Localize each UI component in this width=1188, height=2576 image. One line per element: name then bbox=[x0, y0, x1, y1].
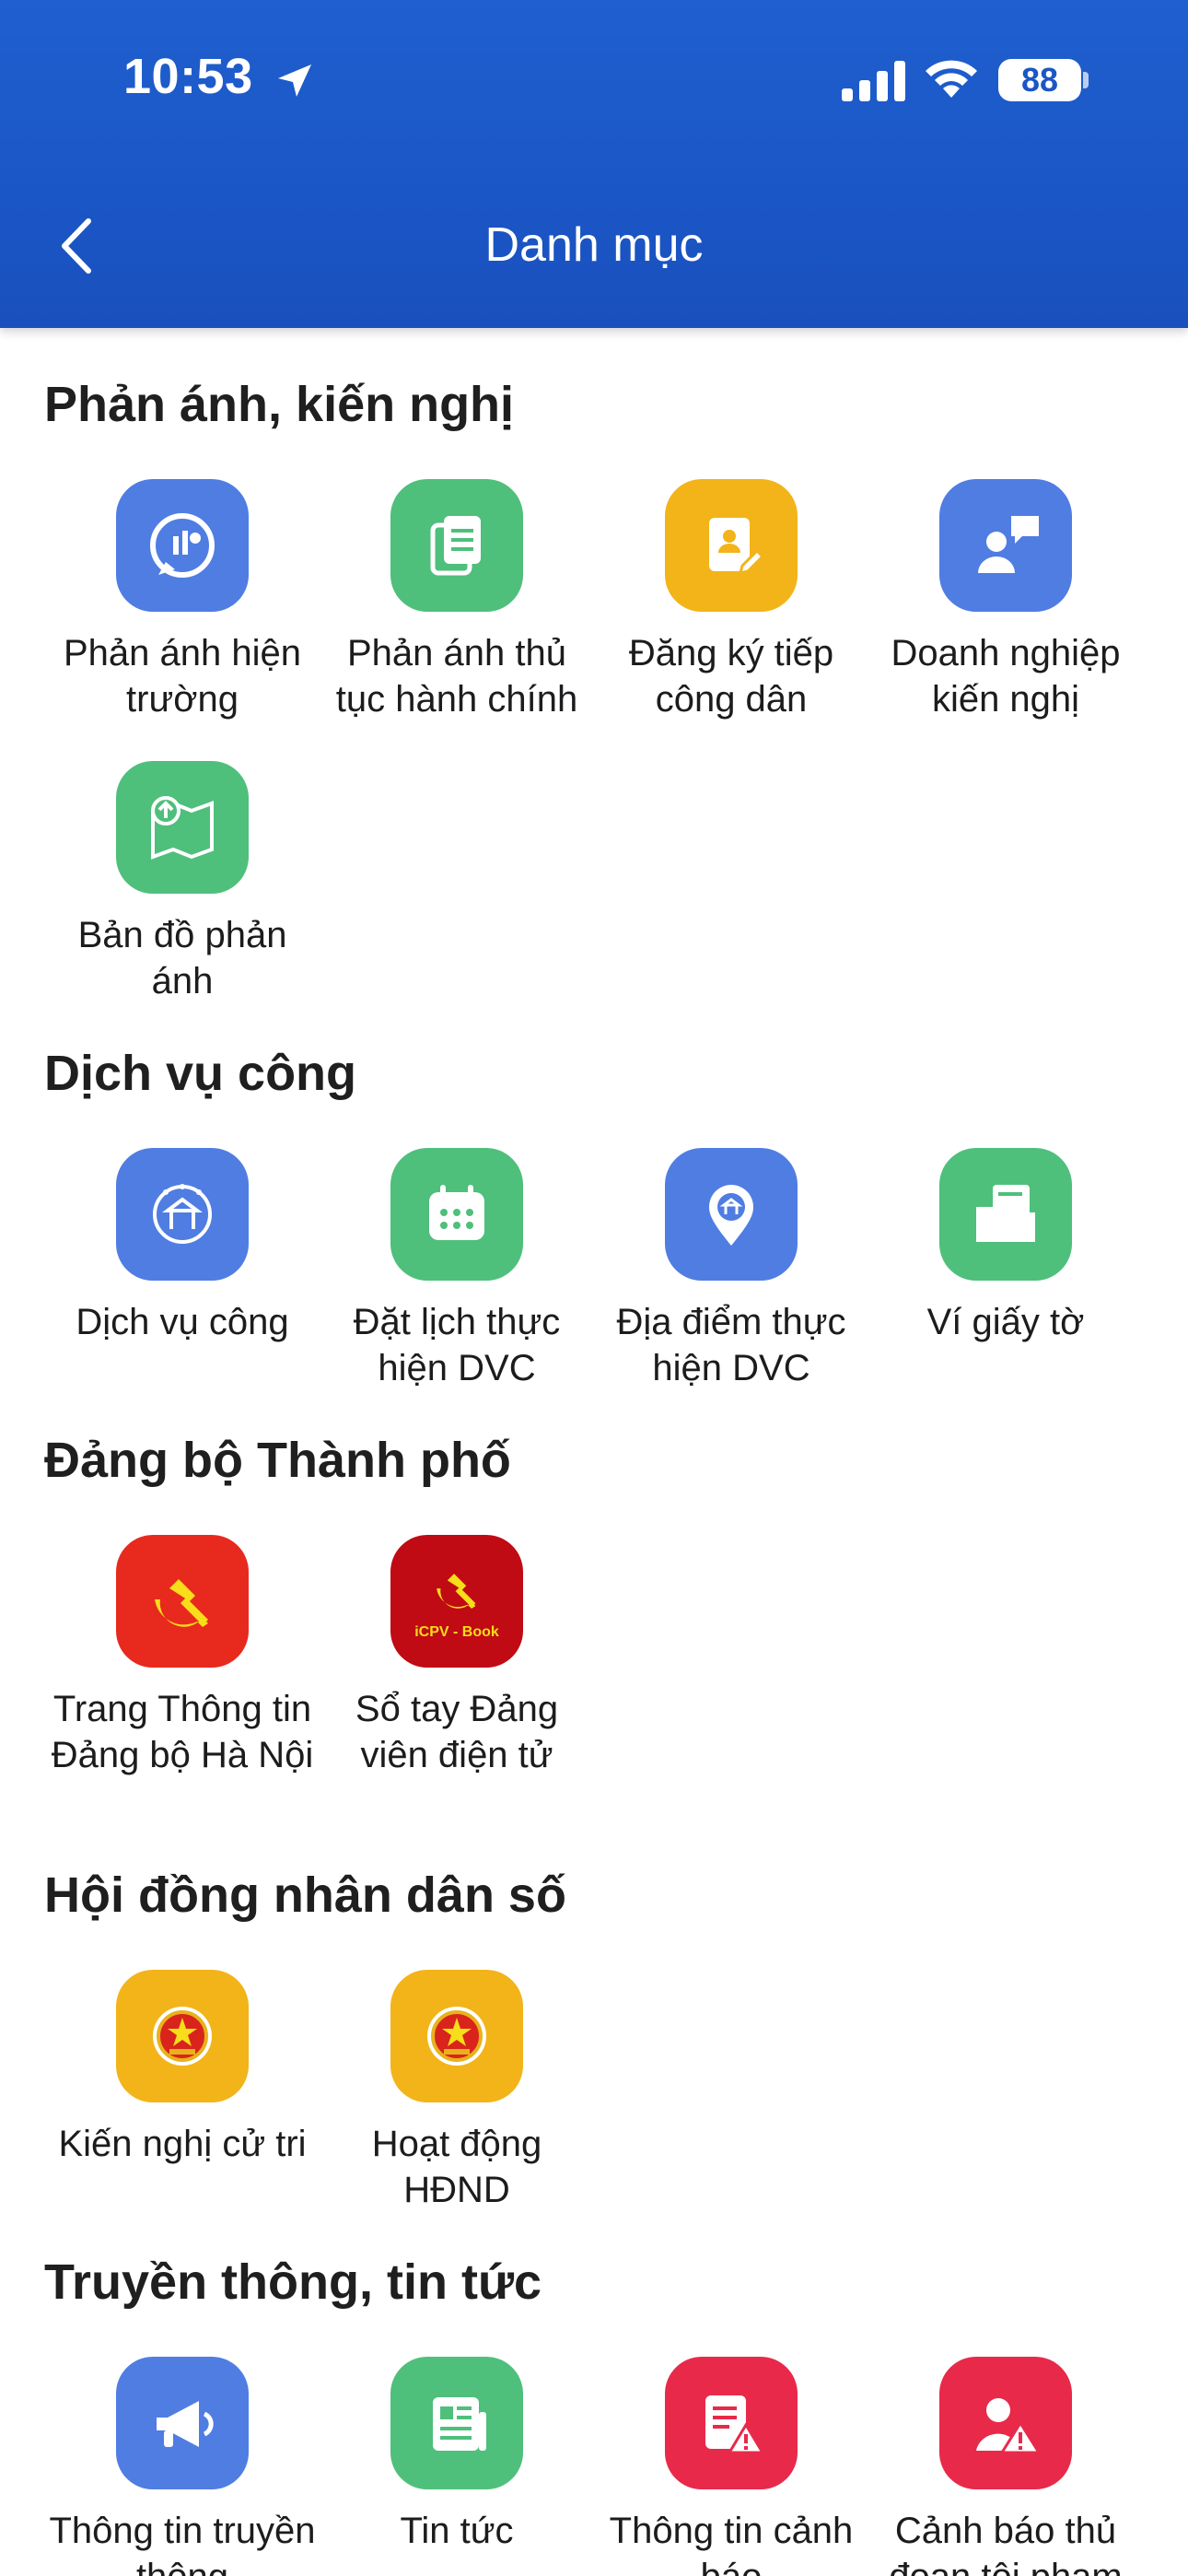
national-emblem-icon bbox=[116, 1970, 249, 2102]
item-label: Phản ánh thủ tục hành chính bbox=[335, 633, 578, 720]
item-media-info[interactable]: Thông tin truyền thông bbox=[44, 2357, 320, 2576]
item-label: Kiến nghị cử tri bbox=[58, 2124, 307, 2164]
item-label: Bản đồ phản ánh bbox=[77, 915, 287, 1001]
item-label: Tin tức bbox=[400, 2511, 514, 2551]
section-title-party: Đảng bộ Thành phố bbox=[44, 1433, 511, 1488]
item-label: Hoạt động HĐND bbox=[371, 2124, 542, 2210]
item-label: Trang Thông tin Đảng bộ Hà Nội bbox=[51, 1689, 314, 1775]
folder-icon bbox=[939, 1148, 1072, 1281]
item-citizen-register[interactable]: Đăng ký tiếp công dân bbox=[593, 479, 869, 722]
section-title-media: Truyền thông, tin tức bbox=[44, 2254, 542, 2310]
item-service-location[interactable]: Địa điểm thực hiện DVC bbox=[593, 1148, 869, 1391]
item-document-wallet[interactable]: Ví giấy tờ bbox=[868, 1148, 1144, 1345]
citizen-register-icon bbox=[665, 479, 798, 612]
hammer-sickle-icon bbox=[116, 1535, 249, 1668]
item-label: Địa điểm thực hiện DVC bbox=[616, 1302, 846, 1388]
item-book-appointment[interactable]: Đặt lịch thực hiện DVC bbox=[319, 1148, 595, 1391]
item-crime-warning[interactable]: Cảnh báo thủ đoạn tội phạm bbox=[868, 2357, 1144, 2576]
status-time: 10:53 bbox=[123, 49, 253, 104]
item-label: Dịch vụ công bbox=[76, 1302, 289, 1342]
item-party-info[interactable]: Trang Thông tin Đảng bộ Hà Nội bbox=[44, 1535, 320, 1778]
map-upload-icon bbox=[116, 761, 249, 894]
location-arrow-icon bbox=[278, 64, 311, 97]
megaphone-icon bbox=[116, 2357, 249, 2489]
page-title: Danh mục bbox=[484, 218, 704, 272]
calendar-icon bbox=[390, 1148, 523, 1281]
item-feedback-map[interactable]: Bản đồ phản ánh bbox=[44, 761, 320, 1004]
section-title-council: Hội đồng nhân dân số bbox=[44, 1868, 566, 1923]
battery-indicator: 88 bbox=[998, 59, 1081, 101]
item-label: Ví giấy tờ bbox=[926, 1302, 1085, 1342]
business-feedback-icon bbox=[939, 479, 1072, 612]
item-label: Thông tin cảnh báo bbox=[609, 2511, 854, 2576]
item-label: Thông tin truyền thông bbox=[49, 2511, 316, 2576]
item-label: Doanh nghiệp kiến nghị bbox=[891, 633, 1121, 720]
item-admin-procedure[interactable]: Phản ánh thủ tục hành chính bbox=[319, 479, 595, 722]
location-pin-icon bbox=[665, 1148, 798, 1281]
cellular-signal-icon bbox=[842, 61, 905, 101]
section-title-feedback: Phản ánh, kiến nghị bbox=[44, 377, 515, 432]
wifi-icon bbox=[926, 60, 977, 98]
national-emblem-icon bbox=[390, 1970, 523, 2102]
field-report-icon bbox=[116, 479, 249, 612]
item-warning-info[interactable]: Thông tin cảnh báo bbox=[593, 2357, 869, 2576]
newspaper-icon bbox=[390, 2357, 523, 2489]
item-voter-feedback[interactable]: Kiến nghị cử tri bbox=[44, 1970, 320, 2167]
item-public-service[interactable]: Dịch vụ công bbox=[44, 1148, 320, 1345]
battery-nub bbox=[1083, 72, 1089, 88]
section-title-public-service: Dịch vụ công bbox=[44, 1046, 357, 1101]
item-business-feedback[interactable]: Doanh nghiệp kiến nghị bbox=[868, 479, 1144, 722]
item-council-activity[interactable]: Hoạt động HĐND bbox=[319, 1970, 595, 2213]
icpv-badge: iCPV - Book bbox=[414, 1624, 499, 1640]
item-label: Đăng ký tiếp công dân bbox=[628, 633, 834, 720]
item-party-handbook[interactable]: iCPV - Book Sổ tay Đảng viên điện tử bbox=[319, 1535, 595, 1778]
item-field-report[interactable]: Phản ánh hiện trường bbox=[44, 479, 320, 722]
app-header: 10:53 88 Danh mục bbox=[0, 0, 1188, 328]
item-label: Sổ tay Đảng viên điện tử bbox=[355, 1689, 559, 1775]
icpv-book-icon: iCPV - Book bbox=[390, 1535, 523, 1668]
public-service-icon bbox=[116, 1148, 249, 1281]
document-icon bbox=[390, 479, 523, 612]
warning-document-icon bbox=[665, 2357, 798, 2489]
item-label: Đặt lịch thực hiện DVC bbox=[353, 1302, 561, 1388]
item-label: Cảnh báo thủ đoạn tội phạm bbox=[889, 2511, 1123, 2576]
item-label: Phản ánh hiện trường bbox=[63, 633, 301, 720]
crime-warning-icon bbox=[939, 2357, 1072, 2489]
item-news[interactable]: Tin tức bbox=[319, 2357, 595, 2554]
